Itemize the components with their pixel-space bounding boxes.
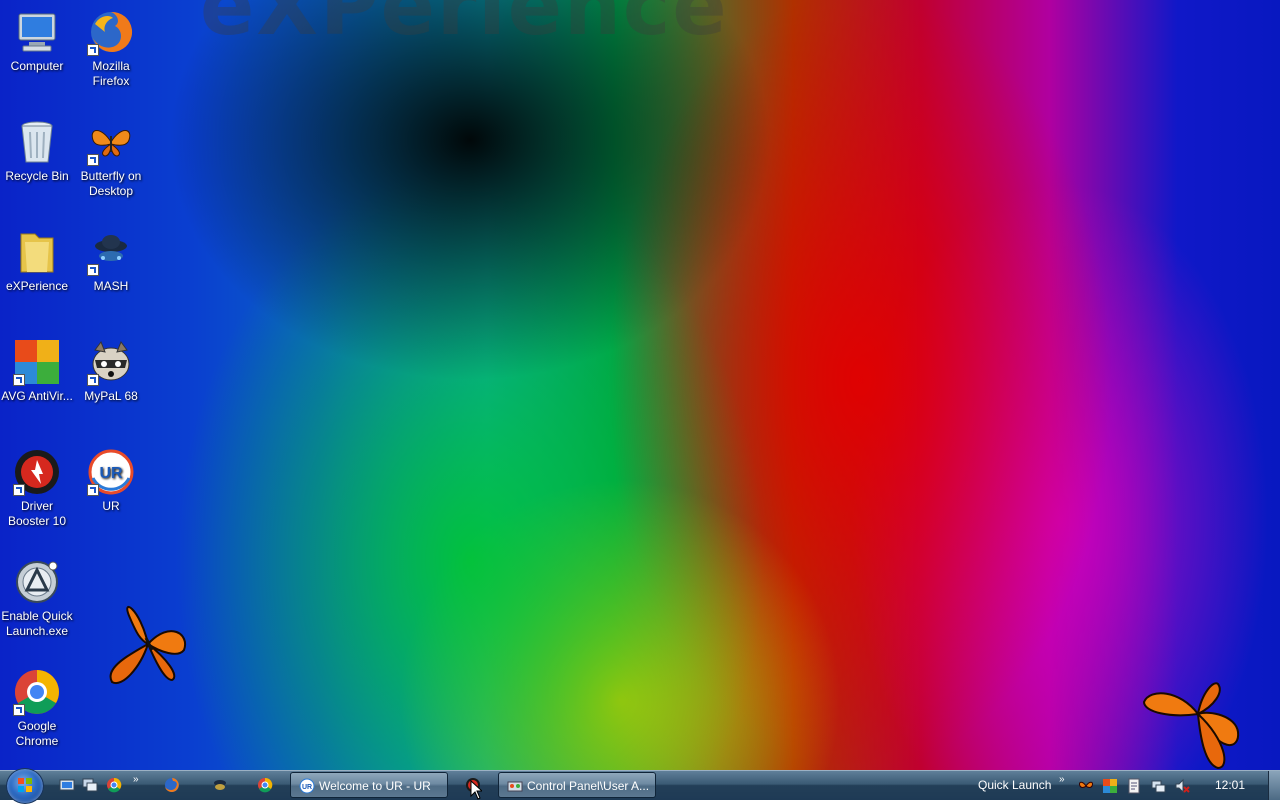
taskbar: » UR Welcome to UR - UR Control Panel\Us… <box>0 768 1280 804</box>
switch-windows-icon[interactable] <box>82 777 98 793</box>
show-desktop-button[interactable] <box>1268 771 1280 800</box>
butterfly-icon <box>87 118 135 166</box>
butterfly-icon[interactable] <box>1078 778 1094 794</box>
mash-icon <box>87 228 135 276</box>
ur-browser-icon: UR <box>299 778 315 794</box>
shortcut-arrow-icon <box>13 704 25 716</box>
quick-launch-toolbar-label[interactable]: Quick Launch <box>978 778 1051 792</box>
desktop-icon-label: Enable Quick Launch.exe <box>1 609 73 638</box>
mouse-cursor-icon <box>470 780 482 800</box>
shortcut-arrow-icon <box>87 484 99 496</box>
shortcut-arrow-icon <box>13 484 25 496</box>
desktop-icon-label: Computer <box>10 59 64 73</box>
recycle-bin-icon <box>13 118 61 166</box>
desktop-icon-driver-booster[interactable]: Driver Booster 10 <box>0 448 74 529</box>
folder-icon <box>13 228 61 276</box>
control-panel-icon <box>507 781 523 792</box>
notes-icon[interactable] <box>1126 778 1142 794</box>
shortcut-arrow-icon <box>13 374 25 386</box>
svg-text:UR: UR <box>302 784 312 791</box>
desktop-butterfly-animation <box>100 598 190 690</box>
desktop[interactable]: eXPerience Computer Mozilla Firefox Recy… <box>0 0 1280 770</box>
desktop-icon-label: Recycle Bin <box>5 169 69 183</box>
desktop-icon-chrome[interactable]: Google Chrome <box>0 668 74 749</box>
desktop-icon-label: AVG AntiVir... <box>1 389 73 403</box>
taskbar-button-label: Control Panel\User A... <box>527 779 650 793</box>
windows-logo-icon <box>18 778 32 792</box>
taskbar-button-control-panel[interactable]: Control Panel\User A... <box>498 772 656 798</box>
shortcut-arrow-icon <box>87 44 99 56</box>
desktop-icon-label: Butterfly on Desktop <box>80 169 142 198</box>
desktop-icon-computer[interactable]: Computer <box>0 8 74 74</box>
svg-text:UR: UR <box>99 465 123 482</box>
wallpaper-watermark: eXPerience <box>200 0 729 53</box>
desktop-icon-label: eXPerience <box>5 279 69 293</box>
show-desktop-icon[interactable] <box>59 777 75 793</box>
chrome-icon <box>13 668 61 716</box>
shortcut-arrow-icon <box>87 374 99 386</box>
desktop-icon-ur[interactable]: UR UR <box>74 448 148 514</box>
desktop-icon-avg[interactable]: AVG AntiVir... <box>0 338 74 404</box>
desktop-icon-label: MyPaL 68 <box>84 389 138 403</box>
firefox-icon[interactable] <box>164 777 180 793</box>
computer-icon <box>13 8 61 56</box>
desktop-icon-butterfly[interactable]: Butterfly on Desktop <box>74 118 148 199</box>
desktop-icon-experience-folder[interactable]: eXPerience <box>0 228 74 294</box>
toolbar-overflow-chevron[interactable]: » <box>1059 774 1065 785</box>
chrome-icon[interactable] <box>257 777 273 793</box>
desktop-icon-label: Google Chrome <box>15 719 59 748</box>
desktop-icon-mash[interactable]: MASH <box>74 228 148 294</box>
network-icon[interactable] <box>1150 778 1166 794</box>
desktop-icon-recycle-bin[interactable]: Recycle Bin <box>0 118 74 184</box>
desktop-icon-label: Mozilla Firefox <box>92 59 130 88</box>
shortcut-arrow-icon <box>87 264 99 276</box>
desktop-butterfly-animation <box>1140 680 1244 770</box>
quick-launch-overflow-chevron[interactable]: » <box>133 774 139 785</box>
desktop-icon-enable-quick-launch[interactable]: Enable Quick Launch.exe <box>0 558 74 639</box>
desktop-icon-label: Driver Booster 10 <box>7 499 67 528</box>
ur-browser-icon: UR <box>87 448 135 496</box>
driver-booster-icon <box>13 448 61 496</box>
avg-antivirus-icon <box>13 338 61 386</box>
desktop-icon-firefox[interactable]: Mozilla Firefox <box>74 8 148 89</box>
shortcut-arrow-icon <box>87 154 99 166</box>
taskbar-button-ur-window[interactable]: UR Welcome to UR - UR <box>290 772 448 798</box>
firefox-icon <box>87 8 135 56</box>
volume-muted-icon[interactable] <box>1174 778 1190 794</box>
avg-antivirus-icon[interactable] <box>1102 778 1118 794</box>
start-button[interactable] <box>6 768 44 804</box>
taskbar-button-label: Welcome to UR - UR <box>319 779 431 793</box>
desktop-icon-mypal[interactable]: MyPaL 68 <box>74 338 148 404</box>
quick-launch-app-icon <box>13 558 61 606</box>
mash-icon[interactable] <box>212 777 228 793</box>
chrome-icon[interactable] <box>106 777 122 793</box>
desktop-icon-label: UR <box>102 499 120 513</box>
desktop-icon-label: MASH <box>93 279 129 293</box>
system-clock[interactable]: 12:01 <box>1204 778 1256 792</box>
mypal-raccoon-icon <box>87 338 135 386</box>
